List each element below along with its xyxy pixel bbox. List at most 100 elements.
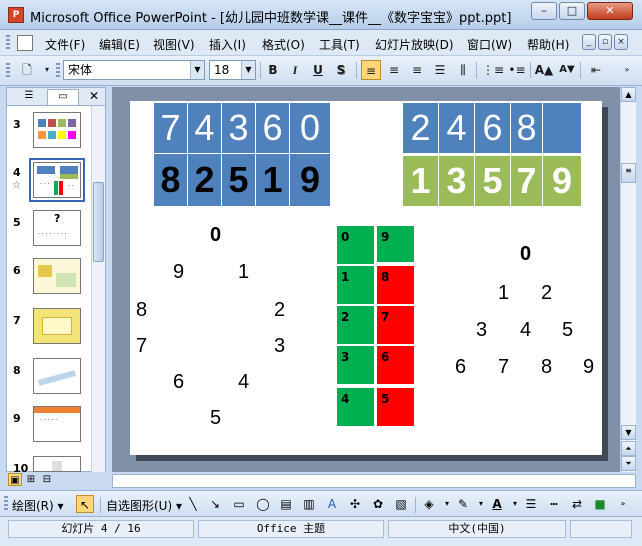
select-arrow-icon[interactable]: ↖ [76, 495, 94, 513]
maximize-button[interactable]: □ [559, 2, 585, 20]
font-size-select[interactable]: 18 ▼ [209, 60, 256, 80]
normal-view-icon[interactable]: ▣ [8, 473, 22, 486]
menu-help[interactable]: 帮助(H) [527, 36, 569, 53]
menu-format[interactable]: 格式(O) [262, 36, 305, 53]
font-color-icon[interactable]: A [488, 495, 506, 513]
new-document-icon[interactable]: 🗋 [17, 60, 37, 80]
rectangle-icon[interactable]: ▭ [230, 495, 248, 513]
slide-thumbnail-7[interactable] [33, 308, 81, 344]
align-center-icon[interactable]: ≡ [384, 60, 404, 80]
toolbar-options-arrow-icon[interactable]: ▾ [37, 60, 57, 80]
menu-slideshow[interactable]: 幻灯片放映(D) [375, 36, 454, 53]
circle-number: 5 [210, 407, 222, 429]
powerpoint-icon[interactable]: P [8, 7, 24, 23]
scrollbar-thumb[interactable]: ≡ [621, 163, 636, 183]
decrease-indent-icon[interactable]: ⇤ [586, 60, 606, 80]
number-cell: 0 [290, 103, 330, 153]
slide-scrollbar[interactable]: ▲ ≡ ▼ ⏶ ⏷ [620, 87, 636, 472]
align-left-icon[interactable]: ≡ [361, 60, 381, 80]
toolbar-grip[interactable] [6, 63, 10, 79]
notes-pane[interactable] [112, 474, 636, 488]
clipart-icon[interactable]: ✿ [369, 495, 387, 513]
align-right-icon[interactable]: ≡ [407, 60, 427, 80]
arrow-style-icon[interactable]: ⇄ [568, 495, 586, 513]
separator [260, 62, 261, 78]
number-cell: 4 [188, 103, 222, 153]
question-mark: ? [54, 212, 61, 225]
close-icon[interactable]: ✕ [89, 89, 99, 103]
slide-thumbnail-5[interactable]: ? · · · · · · · · [33, 210, 81, 246]
menu-tools[interactable]: 工具(T) [319, 36, 360, 53]
draw-menu-button[interactable]: 绘图(R) ▾ [12, 497, 64, 514]
document-icon[interactable] [17, 35, 33, 51]
toolbar-grip-2[interactable] [56, 63, 60, 79]
slides-panel-scrollbar[interactable] [91, 106, 105, 472]
chevron-down-icon[interactable]: ▼ [241, 61, 255, 79]
menu-view[interactable]: 视图(V) [153, 36, 195, 53]
font-name-select[interactable]: 宋体 ▼ [63, 60, 205, 80]
autoshapes-button[interactable]: 自选图形(U) ▾ [106, 497, 182, 514]
menubar-grip[interactable] [6, 35, 10, 51]
shadow-button[interactable]: S [331, 60, 351, 80]
toolbar-more-icon[interactable]: » [614, 495, 632, 513]
doc-minimize-button[interactable]: _ [582, 34, 596, 50]
pyramid-number: 2 [541, 282, 553, 304]
arrow-icon[interactable]: ↘ [206, 495, 224, 513]
increase-font-icon[interactable]: A▲ [534, 60, 554, 80]
slide-thumbnail-9[interactable]: · · · · · [33, 406, 81, 442]
italic-button[interactable]: I [285, 60, 305, 80]
menu-edit[interactable]: 编辑(E) [99, 36, 140, 53]
circle-number: 6 [173, 371, 185, 393]
slide-thumbnail-3[interactable] [33, 112, 81, 148]
previous-slide-icon[interactable]: ⏶ [621, 441, 636, 456]
slide-thumbnail-6[interactable] [33, 258, 81, 294]
justify-icon[interactable]: ☰ [430, 60, 450, 80]
numbering-icon[interactable]: ⋮≡ [482, 60, 504, 80]
slideshow-icon[interactable]: ⊟ [40, 473, 54, 486]
bold-button[interactable]: B [263, 60, 283, 80]
slide-sorter-icon[interactable]: ⊞ [24, 473, 38, 486]
number-cell: 6 [256, 103, 290, 153]
slide-thumbnail-10[interactable] [33, 456, 81, 472]
tab-slides[interactable]: ▭ [47, 89, 79, 105]
menu-insert[interactable]: 插入(I) [209, 36, 246, 53]
scrollbar-thumb[interactable] [93, 182, 104, 262]
underline-button[interactable]: U [308, 60, 328, 80]
doc-close-button[interactable]: × [614, 34, 628, 50]
decrease-font-icon[interactable]: A▼ [557, 60, 577, 80]
doc-restore-button[interactable]: ▫ [598, 34, 612, 50]
autoshapes-label: 自选图形(U) [106, 499, 173, 513]
bullets-icon[interactable]: •≡ [507, 60, 527, 80]
minimize-button[interactable]: – [531, 2, 557, 20]
title-bar: P Microsoft Office PowerPoint - [幼儿园中班数学… [0, 0, 642, 30]
number-cell: 1 [256, 154, 290, 206]
slide-thumbnail-4[interactable]: · · · · · [29, 158, 85, 202]
drawbar-grip[interactable] [4, 496, 8, 512]
line-style-icon[interactable]: ☰ [522, 495, 540, 513]
menu-file[interactable]: 文件(F) [45, 36, 85, 53]
toolbar-more-icon[interactable]: » [620, 60, 634, 80]
line-icon[interactable]: ╲ [184, 495, 202, 513]
line-color-icon[interactable]: ✎ [454, 495, 472, 513]
menu-window[interactable]: 窗口(W) [467, 36, 512, 53]
tab-outline[interactable]: ☰ [13, 89, 45, 105]
scroll-down-icon[interactable]: ▼ [621, 425, 636, 440]
chevron-down-icon[interactable]: ▼ [190, 61, 204, 79]
oval-icon[interactable]: ◯ [254, 495, 272, 513]
fill-color-icon[interactable]: ◈ [420, 495, 438, 513]
slide-thumbnail-8[interactable] [33, 358, 81, 394]
scroll-up-icon[interactable]: ▲ [621, 87, 636, 102]
close-button[interactable]: ✕ [587, 2, 633, 20]
separator [100, 497, 101, 513]
textbox-icon[interactable]: ▤ [277, 495, 295, 513]
wordart-icon[interactable]: A [323, 495, 341, 513]
dash-style-icon[interactable]: ┅ [545, 495, 563, 513]
picture-icon[interactable]: ▧ [392, 495, 410, 513]
diagram-icon[interactable]: ✣ [346, 495, 364, 513]
font-name-value: 宋体 [68, 63, 93, 77]
vertical-textbox-icon[interactable]: ▥ [300, 495, 318, 513]
shadow-style-icon[interactable]: ■ [591, 495, 609, 513]
slide-canvas[interactable]: 7 4 3 6 0 8 2 5 1 9 2 4 6 8 1 3 5 7 9 0 … [130, 101, 602, 455]
distributed-icon[interactable]: ⫼ [453, 60, 473, 80]
next-slide-icon[interactable]: ⏷ [621, 456, 636, 471]
